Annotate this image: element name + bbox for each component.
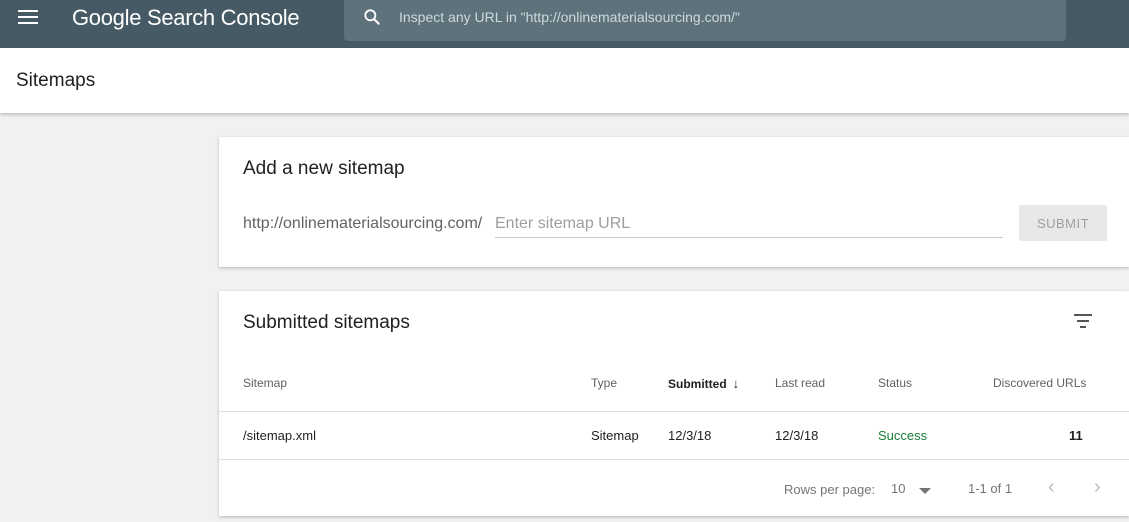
cell-sitemap: /sitemap.xml bbox=[243, 428, 316, 443]
cell-discovered-urls: 11 bbox=[1069, 428, 1083, 443]
page-header: Sitemaps bbox=[0, 48, 1129, 113]
column-header-submitted[interactable]: Submitted ↓ bbox=[668, 376, 739, 391]
caret-down-icon[interactable] bbox=[919, 488, 931, 494]
cell-last-read: 12/3/18 bbox=[775, 428, 819, 443]
cell-type: Sitemap bbox=[591, 428, 639, 443]
column-header-discovered-urls[interactable]: Discovered URLs bbox=[993, 376, 1086, 390]
cell-submitted: 12/3/18 bbox=[668, 428, 712, 443]
column-header-submitted-label: Submitted bbox=[668, 377, 727, 391]
chevron-left-icon[interactable]: ‹ bbox=[1048, 477, 1055, 497]
column-header-status[interactable]: Status bbox=[878, 376, 912, 390]
sitemap-url-input[interactable] bbox=[495, 211, 1003, 238]
search-icon[interactable] bbox=[362, 7, 382, 27]
rows-per-page-label: Rows per page: bbox=[784, 482, 876, 497]
search-input[interactable]: Inspect any URL in "http://onlinemateria… bbox=[399, 9, 740, 25]
add-sitemap-title: Add a new sitemap bbox=[243, 158, 405, 179]
page-title: Sitemaps bbox=[16, 70, 96, 91]
chevron-right-icon[interactable]: › bbox=[1094, 477, 1101, 497]
column-header-sitemap[interactable]: Sitemap bbox=[243, 376, 287, 390]
hamburger-menu-icon[interactable] bbox=[18, 10, 38, 26]
top-app-bar: Google Search Console Inspect any URL in… bbox=[0, 0, 1129, 48]
column-header-last-read[interactable]: Last read bbox=[775, 376, 825, 390]
submit-button[interactable]: SUBMIT bbox=[1019, 205, 1107, 241]
row-divider bbox=[219, 459, 1129, 460]
arrow-down-icon[interactable]: ↓ bbox=[733, 376, 740, 391]
add-sitemap-card: Add a new sitemap http://onlinematerials… bbox=[219, 137, 1129, 267]
app-title[interactable]: Google Search Console bbox=[72, 5, 300, 31]
sitemap-url-prefix: http://onlinematerialsourcing.com/ bbox=[243, 215, 483, 232]
pagination-range: 1-1 of 1 bbox=[968, 481, 1013, 496]
cell-status: Success bbox=[878, 428, 928, 443]
url-inspection-search[interactable]: Inspect any URL in "http://onlinemateria… bbox=[344, 0, 1066, 41]
filter-icon[interactable] bbox=[1074, 314, 1092, 328]
rows-per-page-select[interactable]: 10 bbox=[891, 481, 905, 496]
header-divider bbox=[219, 411, 1129, 412]
submitted-sitemaps-card: Submitted sitemaps Sitemap Type Submitte… bbox=[219, 291, 1129, 516]
submitted-sitemaps-title: Submitted sitemaps bbox=[243, 312, 410, 333]
column-header-type[interactable]: Type bbox=[591, 376, 617, 390]
